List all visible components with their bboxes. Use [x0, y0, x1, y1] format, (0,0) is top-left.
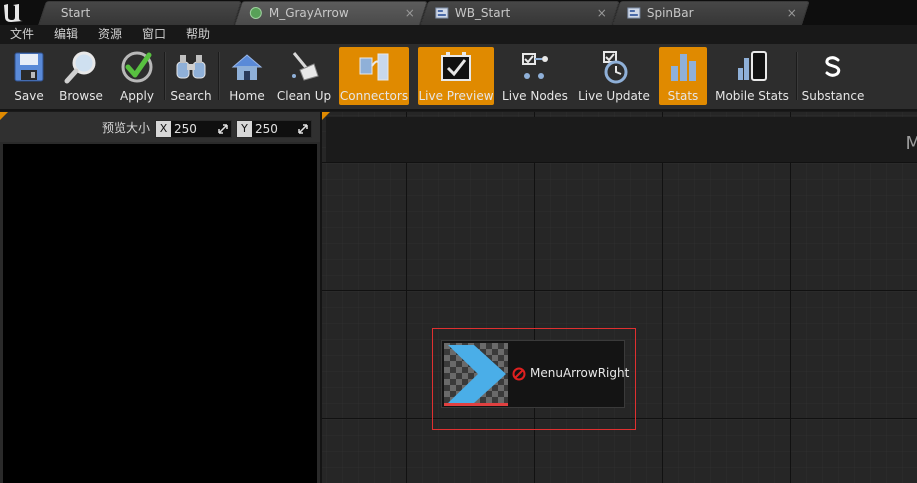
preview-x-input[interactable]	[172, 121, 216, 137]
texture-node-menuarrowright[interactable]: MenuArrowRight	[441, 340, 629, 408]
resize-drag-icon[interactable]	[298, 124, 308, 134]
close-icon[interactable]: ×	[405, 2, 415, 24]
y-axis-label: Y	[237, 121, 252, 137]
toolbar-label: Search	[170, 89, 212, 103]
node-label: MenuArrowRight	[530, 366, 630, 380]
tab-bar: Start M_GrayArrow × WB_Start × SpinBar ×	[0, 0, 917, 25]
substance-button[interactable]: Substance	[800, 47, 866, 105]
browse-button[interactable]: Browse	[56, 47, 106, 105]
home-button[interactable]: Home	[224, 47, 270, 105]
texture-thumbnail	[444, 343, 508, 405]
toolbar-label: Connectors	[339, 89, 409, 103]
material-graph[interactable]: M MenuArrowRight	[322, 112, 917, 483]
toolbar-label: Substance	[801, 89, 865, 103]
live-update-icon	[603, 51, 628, 84]
toolbar-label: Browse	[59, 89, 103, 103]
preview-y-input[interactable]	[253, 121, 297, 137]
search-icon	[176, 55, 206, 79]
toolbar-label: Apply	[120, 89, 154, 103]
preview-size-label: 预览大小	[102, 121, 151, 135]
graph-title-bar: M	[326, 117, 917, 162]
mobile-stats-button[interactable]: Mobile Stats	[714, 47, 790, 105]
tab-label: SpinBar	[646, 6, 694, 20]
toolbar-label: Live Preview	[418, 89, 494, 103]
toolbar-label: Mobile Stats	[715, 89, 789, 103]
stats-button[interactable]: Stats	[659, 47, 707, 105]
live-preview-icon	[441, 52, 471, 81]
error-icon	[512, 367, 526, 381]
stats-icon	[671, 54, 696, 81]
apply-icon	[121, 51, 153, 83]
preview-header: 预览大小 X Y	[0, 112, 320, 142]
live-update-button[interactable]: Live Update	[578, 47, 650, 105]
widget-blueprint-icon	[435, 7, 449, 19]
tab-label: Start	[60, 6, 91, 20]
toolbar-separator	[164, 52, 166, 100]
menu-file[interactable]: 文件	[10, 25, 34, 44]
home-icon	[231, 54, 263, 80]
menu-edit[interactable]: 编辑	[54, 25, 78, 44]
toolbar-label: Live Nodes	[502, 89, 568, 103]
preview-viewport[interactable]	[3, 144, 317, 483]
browse-icon	[64, 51, 96, 84]
close-icon[interactable]: ×	[787, 2, 797, 24]
tab-spinbar[interactable]: SpinBar ×	[612, 1, 810, 25]
toolbar-label: Stats	[667, 89, 699, 103]
toolbar-separator	[218, 52, 220, 100]
clean-up-button[interactable]: Clean Up	[276, 47, 332, 105]
close-icon[interactable]: ×	[597, 2, 607, 24]
tab-label: M_GrayArrow	[268, 6, 349, 20]
preview-x-field[interactable]: X	[155, 120, 232, 138]
toolbar: Save Browse Apply Search Home Clean Up C…	[0, 44, 917, 111]
connectors-button[interactable]: Connectors	[339, 47, 409, 105]
menu-help[interactable]: 帮助	[186, 25, 210, 44]
node-preview-bar	[444, 403, 508, 406]
connectors-icon	[359, 53, 389, 81]
menu-bar: 文件 编辑 资源 窗口 帮助	[0, 25, 917, 45]
tab-start[interactable]: Start	[38, 1, 242, 25]
apply-button[interactable]: Apply	[114, 47, 160, 105]
menu-window[interactable]: 窗口	[142, 25, 166, 44]
live-nodes-button[interactable]: Live Nodes	[500, 47, 570, 105]
toolbar-label: Clean Up	[276, 89, 332, 103]
live-nodes-icon	[522, 53, 548, 79]
preview-y-field[interactable]: Y	[236, 120, 312, 138]
resize-drag-icon[interactable]	[218, 124, 228, 134]
live-preview-button[interactable]: Live Preview	[418, 47, 494, 105]
unreal-logo-icon[interactable]	[2, 2, 26, 23]
toolbar-label: Save	[14, 89, 44, 103]
material-icon	[249, 7, 262, 19]
panel-corner-marker	[0, 112, 8, 120]
panel-corner-marker	[322, 112, 330, 120]
tab-m-grayarrow[interactable]: M_GrayArrow ×	[234, 1, 428, 25]
graph-title: M	[905, 133, 917, 154]
toolbar-label: Home	[229, 89, 265, 103]
preview-panel: 预览大小 X Y	[0, 112, 322, 483]
mobile-stats-icon	[738, 51, 767, 81]
save-button[interactable]: Save	[6, 47, 52, 105]
tab-wb-start[interactable]: WB_Start ×	[420, 1, 620, 25]
toolbar-label: Live Update	[578, 89, 650, 103]
save-icon	[14, 52, 44, 82]
search-button[interactable]: Search	[168, 47, 214, 105]
tab-label: WB_Start	[454, 6, 511, 20]
x-axis-label: X	[156, 121, 171, 137]
clean-up-icon	[292, 52, 319, 81]
toolbar-separator	[796, 52, 798, 100]
widget-blueprint-icon	[627, 7, 641, 19]
menu-asset[interactable]: 资源	[98, 25, 122, 44]
substance-icon	[825, 56, 841, 77]
